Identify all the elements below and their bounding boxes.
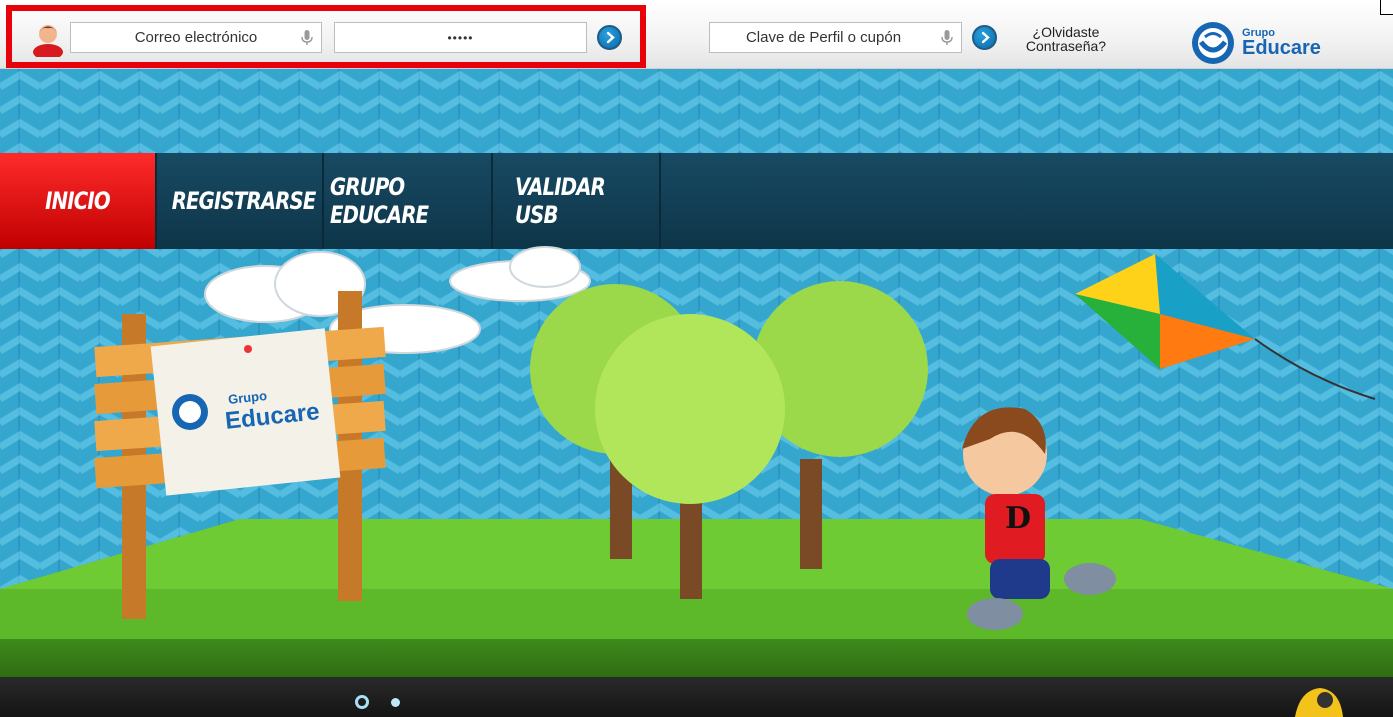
hero-illustration <box>0 246 1393 639</box>
profile-code-input[interactable]: Clave de Perfil o cupón <box>709 22 962 53</box>
kite <box>1075 254 1376 400</box>
slider-bar <box>0 677 1393 717</box>
educare-logo-icon <box>1192 22 1234 64</box>
microphone-icon[interactable] <box>941 30 953 46</box>
grass-band <box>0 639 1393 677</box>
login-highlight-box <box>6 5 646 68</box>
forgot-line-1: ¿Olvidaste <box>1032 24 1100 40</box>
mascot-icon <box>1295 688 1343 717</box>
shirt-letter: D <box>1005 501 1032 536</box>
forgot-password-link[interactable]: ¿Olvidaste Contraseña? <box>1016 25 1116 53</box>
profile-submit-button[interactable] <box>972 25 997 50</box>
forgot-line-2: Contraseña? <box>1025 38 1107 54</box>
window-corner <box>1380 0 1393 15</box>
brand-logo[interactable]: Grupo Educare <box>1190 20 1350 66</box>
hero-banner: INICIO REGISTRARSE GRUPO EDUCARE VALIDAR… <box>0 69 1393 677</box>
slide-dot-active[interactable] <box>355 695 369 709</box>
brand-educare: Educare <box>1242 37 1321 59</box>
profile-code-placeholder: Clave de Perfil o cupón <box>745 29 902 46</box>
slide-dot[interactable] <box>391 698 400 707</box>
arrow-right-icon <box>981 31 990 44</box>
top-login-bar: Correo electrónico ••••• Clave de Perfil… <box>0 0 1393 69</box>
